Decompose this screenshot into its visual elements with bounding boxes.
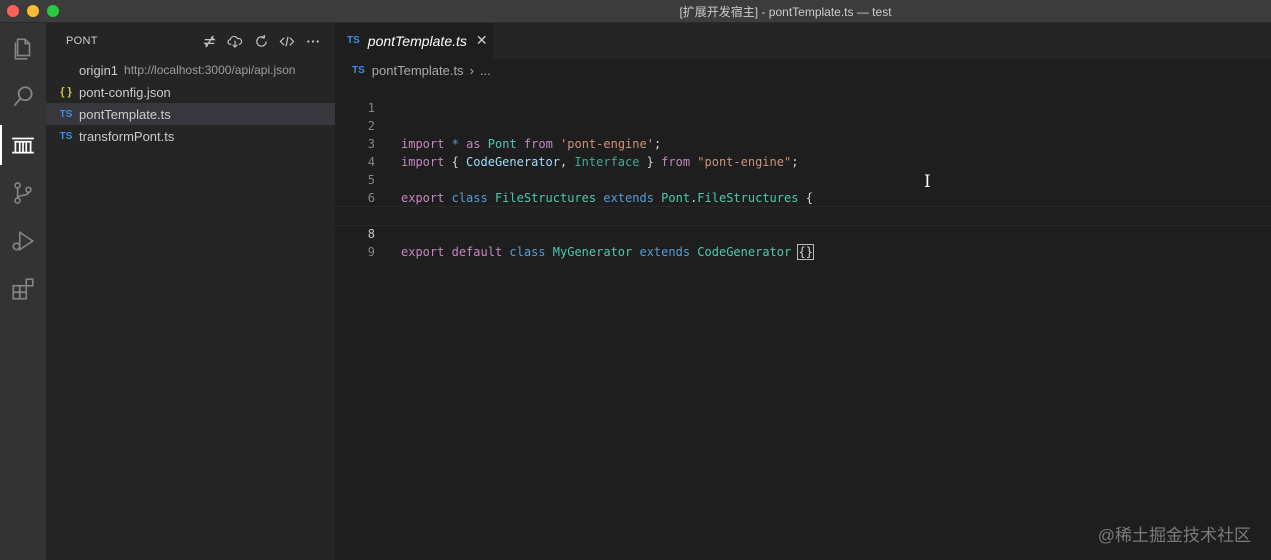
class-name: CodeGenerator xyxy=(697,245,792,259)
ts-file-icon: TS xyxy=(59,108,73,120)
class-name: MyGenerator xyxy=(552,245,633,259)
code-line: 7 xyxy=(335,189,1271,223)
tab-pont-template[interactable]: TS pontTemplate.ts ✕ xyxy=(335,23,493,58)
code-editor[interactable]: 1 2 import * as Pont from 'pont-engine';… xyxy=(334,81,1271,260)
more-icon[interactable] xyxy=(305,33,321,49)
text-cursor-icon: I xyxy=(924,172,931,192)
code-line: 1 xyxy=(335,81,1271,115)
close-icon[interactable]: ✕ xyxy=(476,32,488,49)
code-line-current: 8 export default class MyGenerator exten… xyxy=(334,206,1271,260)
origin-label: origin1 xyxy=(79,62,119,78)
refresh-icon[interactable] xyxy=(253,33,269,49)
code-line: 3 import { CodeGenerator, Interface } fr… xyxy=(335,117,1271,169)
keyword: extends xyxy=(639,245,691,259)
title-bar: [扩展开发宿主] - pontTemplate.ts — test xyxy=(0,0,1271,23)
chevron-right-icon: › xyxy=(469,62,474,78)
window-title: [扩展开发宿主] - pontTemplate.ts — test xyxy=(679,5,892,19)
explorer-icon[interactable] xyxy=(0,25,46,73)
activity-bar xyxy=(0,23,46,560)
origin-url: http://localhost:3000/api/api.json xyxy=(124,63,296,77)
sidebar: PONT origin1 http://localhost:3000/api/a… xyxy=(46,23,335,560)
code-line: 2 import * as Pont from 'pont-engine'; xyxy=(335,99,1271,151)
search-icon[interactable] xyxy=(0,73,46,121)
watermark: @稀土掘金技术社区 xyxy=(1097,526,1251,545)
keyword: default xyxy=(451,245,503,259)
breadcrumb-more[interactable]: ... xyxy=(480,63,491,78)
file-item-pont-template[interactable]: TS pontTemplate.ts xyxy=(46,103,335,125)
sidebar-title: PONT xyxy=(66,35,98,47)
code-line: 4 xyxy=(335,135,1271,169)
file-item-pont-config[interactable]: { } pont-config.json xyxy=(46,81,335,103)
breadcrumb-file[interactable]: pontTemplate.ts xyxy=(372,63,464,78)
cloud-download-icon[interactable] xyxy=(227,33,243,49)
line-number: 9 xyxy=(367,245,375,259)
punctuation: { xyxy=(798,245,806,259)
keyword: class xyxy=(509,245,546,259)
code-line: 6 } xyxy=(335,171,1271,223)
file-label: pontTemplate.ts xyxy=(79,106,171,122)
code-line: 9 xyxy=(335,225,1271,259)
file-item-transform-pont[interactable]: TS transformPont.ts xyxy=(46,125,335,147)
ts-file-icon: TS xyxy=(59,130,73,142)
ts-file-icon: TS xyxy=(352,64,365,76)
breadcrumb: TS pontTemplate.ts › ... xyxy=(335,58,1271,82)
ts-file-icon: TS xyxy=(347,35,360,46)
file-label: transformPont.ts xyxy=(79,128,175,144)
editor-tabs: TS pontTemplate.ts ✕ xyxy=(335,23,1271,58)
extensions-icon[interactable] xyxy=(0,265,46,313)
code-line: 5 export class FileStructures extends Po… xyxy=(335,153,1271,205)
sidebar-header: PONT xyxy=(46,23,335,59)
brace-match: {} xyxy=(797,244,814,260)
code-icon[interactable] xyxy=(279,33,295,49)
pont-icon[interactable] xyxy=(0,121,46,169)
file-label: pont-config.json xyxy=(79,84,171,100)
keyword: export xyxy=(401,245,445,259)
origin-item[interactable]: origin1 http://localhost:3000/api/api.js… xyxy=(46,59,335,81)
sidebar-actions xyxy=(201,33,321,49)
sync-icon[interactable] xyxy=(201,33,217,49)
run-debug-icon[interactable] xyxy=(0,217,46,265)
tab-label: pontTemplate.ts xyxy=(367,32,467,49)
json-file-icon: { } xyxy=(60,86,72,98)
source-control-icon[interactable] xyxy=(0,169,46,217)
punctuation: } xyxy=(805,245,813,259)
